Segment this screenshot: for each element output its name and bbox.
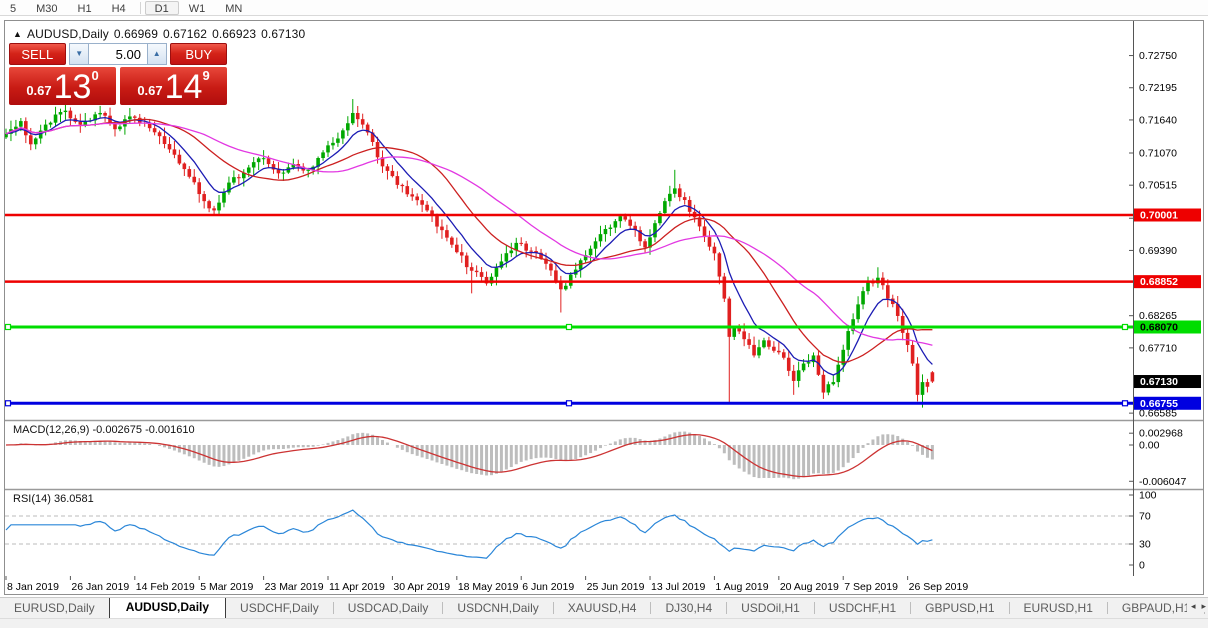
macd-values: -0.002675 -0.001610 [92, 424, 194, 436]
chart-tab-usdchf-daily[interactable]: USDCHF,Daily [226, 598, 333, 618]
timeframe-button-m30[interactable]: M30 [26, 1, 67, 15]
svg-text:0.70515: 0.70515 [1139, 180, 1177, 192]
chart-tab-usdcnh-daily[interactable]: USDCNH,Daily [443, 598, 552, 618]
timeframe-button-w1[interactable]: W1 [179, 1, 216, 15]
timeframe-button-5[interactable]: 5 [0, 1, 26, 15]
rsi-value: 36.0581 [54, 493, 94, 505]
svg-text:7 Sep 2019: 7 Sep 2019 [844, 581, 898, 593]
buy-direction-icon: ▲ [13, 29, 22, 39]
chart-tab-usdcad-daily[interactable]: USDCAD,Daily [334, 598, 443, 618]
svg-text:0.67710: 0.67710 [1139, 342, 1177, 354]
svg-text:0.71640: 0.71640 [1139, 114, 1177, 126]
chart-tab-usdchf-h1[interactable]: USDCHF,H1 [815, 598, 910, 618]
svg-text:14 Feb 2019: 14 Feb 2019 [136, 581, 195, 593]
svg-text:0.71070: 0.71070 [1139, 147, 1177, 159]
sell-price-tile[interactable]: 0.67 13 0 [9, 67, 116, 105]
svg-text:0.68852: 0.68852 [1140, 276, 1178, 288]
spinner-down-icon: ▼ [75, 49, 83, 58]
svg-text:26 Sep 2019: 26 Sep 2019 [909, 581, 969, 593]
chart-tab-eurusd-daily[interactable]: EURUSD,Daily [0, 598, 109, 618]
sell-button[interactable]: SELL [9, 43, 66, 65]
volume-increase-button[interactable]: ▲ [147, 43, 167, 65]
sell-price-prefix: 0.67 [26, 83, 51, 98]
rsi-name: RSI(14) [13, 493, 51, 505]
timeframe-button-h4[interactable]: H4 [102, 1, 136, 15]
svg-text:30 Apr 2019: 30 Apr 2019 [393, 581, 450, 593]
svg-text:0.00: 0.00 [1139, 440, 1160, 452]
chart-tab-dj30-h4[interactable]: DJ30,H4 [651, 598, 726, 618]
volume-input[interactable] [89, 43, 147, 65]
svg-text:0.68265: 0.68265 [1139, 310, 1177, 322]
chart-tab-audusd-daily[interactable]: AUDUSD,Daily [109, 597, 226, 618]
tab-scroll-right-icon[interactable]: ▸ [1201, 601, 1206, 612]
svg-text:0.72195: 0.72195 [1139, 82, 1177, 94]
svg-text:0.002968: 0.002968 [1139, 428, 1183, 440]
buy-price-prefix: 0.67 [137, 83, 162, 98]
svg-text:18 May 2019: 18 May 2019 [458, 581, 519, 593]
svg-text:30: 30 [1139, 539, 1151, 551]
chart-symbol: AUDUSD,Daily [27, 27, 109, 41]
svg-text:0.67130: 0.67130 [1140, 376, 1178, 388]
ohlc-open: 0.66969 [114, 27, 158, 41]
one-click-trade-panel: SELL ▼ ▲ BUY 0.67 13 0 0.67 14 9 [9, 43, 227, 105]
tab-scroll-left-icon[interactable]: ◂ [1191, 601, 1196, 612]
toolbar-separator [140, 2, 141, 14]
timeframe-button-d1[interactable]: D1 [145, 1, 179, 15]
svg-text:0.70001: 0.70001 [1140, 210, 1178, 222]
svg-text:0.69390: 0.69390 [1139, 245, 1177, 257]
svg-text:0.68070: 0.68070 [1140, 321, 1178, 333]
sell-price-sup: 0 [91, 68, 98, 83]
svg-text:11 Apr 2019: 11 Apr 2019 [329, 581, 385, 593]
svg-text:1 Aug 2019: 1 Aug 2019 [715, 581, 768, 593]
svg-text:100: 100 [1139, 490, 1157, 502]
svg-text:13 Jul 2019: 13 Jul 2019 [651, 581, 705, 593]
ohlc-high: 0.67162 [163, 27, 207, 41]
svg-text:8 Jan 2019: 8 Jan 2019 [7, 581, 59, 593]
volume-decrease-button[interactable]: ▼ [69, 43, 89, 65]
price-chart[interactable]: 0.727500.721950.716400.710700.705150.699… [5, 21, 1203, 594]
timeframe-button-mn[interactable]: MN [215, 1, 252, 15]
svg-text:26 Jan 2019: 26 Jan 2019 [71, 581, 129, 593]
svg-text:-0.006047: -0.006047 [1139, 476, 1186, 488]
ohlc-low: 0.66923 [212, 27, 256, 41]
timeframe-button-h1[interactable]: H1 [68, 1, 102, 15]
chart-title: ▲ AUDUSD,Daily 0.66969 0.67162 0.66923 0.6713… [13, 27, 305, 41]
svg-text:5 Mar 2019: 5 Mar 2019 [200, 581, 253, 593]
buy-button[interactable]: BUY [170, 43, 227, 65]
timeframe-toolbar: 5M30H1H4 D1W1MN [0, 0, 1208, 16]
svg-text:70: 70 [1139, 511, 1151, 523]
chart-tab-gbpusd-h1[interactable]: GBPUSD,H1 [911, 598, 1008, 618]
svg-text:0: 0 [1139, 560, 1145, 572]
svg-text:20 Aug 2019: 20 Aug 2019 [780, 581, 839, 593]
svg-text:25 Jun 2019: 25 Jun 2019 [587, 581, 645, 593]
rsi-indicator-label: RSI(14) 36.0581 [13, 493, 94, 505]
buy-price-tile[interactable]: 0.67 14 9 [120, 67, 227, 105]
chart-tab-eurusd-h1[interactable]: EURUSD,H1 [1010, 598, 1107, 618]
svg-text:6 Jun 2019: 6 Jun 2019 [522, 581, 574, 593]
buy-price-big: 14 [165, 72, 203, 102]
chart-tab-bar: EURUSD,DailyAUDUSD,DailyUSDCHF,DailyUSDC… [0, 597, 1208, 618]
ohlc-close: 0.67130 [261, 27, 305, 41]
chart-tab-xauusd-h4[interactable]: XAUUSD,H4 [554, 598, 651, 618]
macd-name: MACD(12,26,9) [13, 424, 89, 436]
macd-indicator-label: MACD(12,26,9) -0.002675 -0.001610 [13, 424, 195, 436]
chart-window: 0.727500.721950.716400.710700.705150.699… [4, 20, 1204, 595]
status-bar [0, 618, 1208, 628]
svg-text:0.66755: 0.66755 [1140, 398, 1178, 410]
svg-text:0.72750: 0.72750 [1139, 50, 1177, 62]
buy-price-sup: 9 [202, 68, 209, 83]
chart-tab-usdoil-h1[interactable]: USDOil,H1 [727, 598, 814, 618]
sell-price-big: 13 [54, 72, 92, 102]
spinner-up-icon: ▲ [153, 49, 161, 58]
svg-text:23 Mar 2019: 23 Mar 2019 [265, 581, 324, 593]
